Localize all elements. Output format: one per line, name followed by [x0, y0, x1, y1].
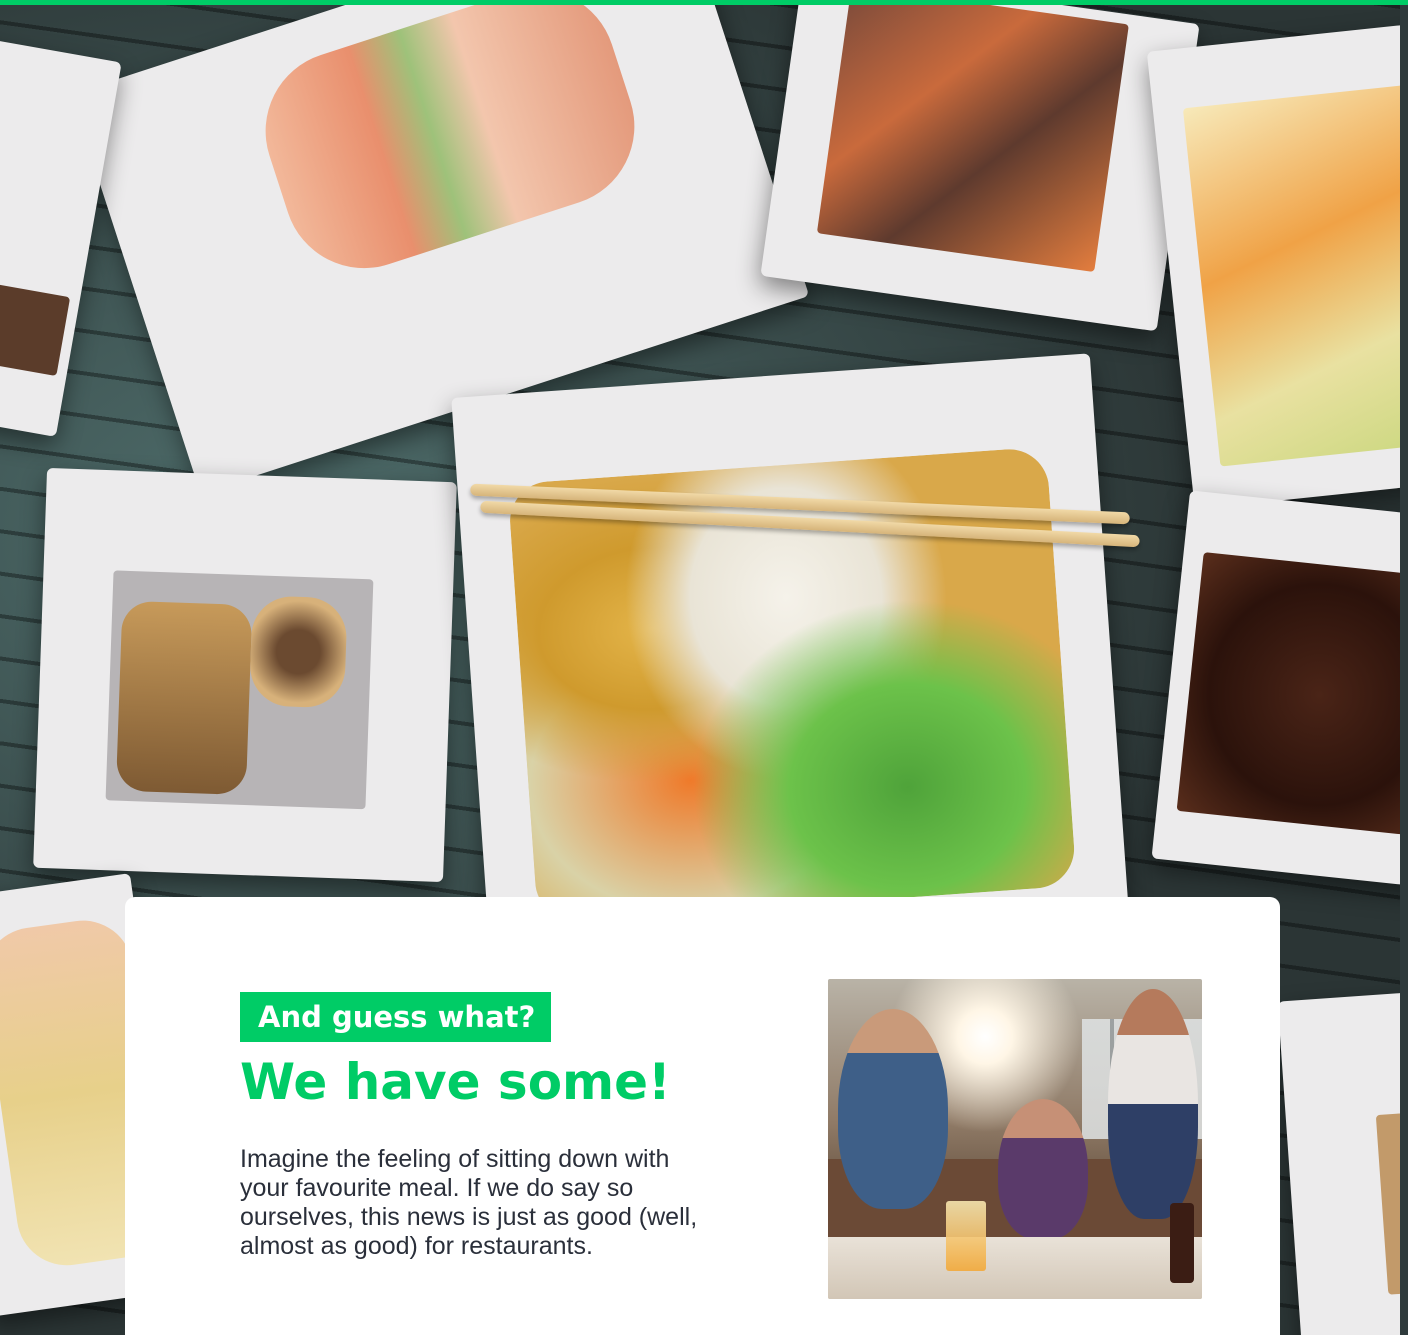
fried-roll-left	[115, 600, 253, 796]
left-edge-box	[0, 33, 122, 437]
promo-eyebrow-label: And guess what?	[240, 992, 552, 1042]
photo-person-left	[838, 1009, 948, 1209]
beef-noodle-food	[816, 5, 1129, 273]
photo-person-middle	[998, 1099, 1088, 1239]
photo-bottle	[1170, 1203, 1194, 1283]
fried-roll-right	[248, 595, 348, 709]
promo-card: And guess what? We have some! Imagine th…	[125, 897, 1280, 1335]
promo-headline: We have some!	[240, 1053, 671, 1111]
top-accent-bar	[0, 0, 1408, 5]
bottom-right-box	[1277, 989, 1400, 1335]
fried-roll-box	[33, 467, 457, 883]
left-edge-food	[0, 283, 71, 377]
beef-noodle-box	[760, 5, 1200, 332]
photo-juice-glass	[946, 1201, 986, 1271]
salad-box	[1146, 20, 1400, 510]
photo-person-right	[1108, 989, 1198, 1219]
salad-food	[1182, 82, 1400, 467]
photo-table	[828, 1237, 1202, 1299]
bottom-right-food	[1375, 1109, 1400, 1295]
friends-eating-photo	[828, 979, 1202, 1299]
promo-body-text: Imagine the feeling of sitting down with…	[240, 1145, 698, 1260]
sesame-chicken-food	[1176, 552, 1400, 838]
spring-roll-food	[244, 5, 656, 289]
noodle-salad-box	[451, 353, 1129, 957]
sesame-chicken-box	[1151, 490, 1400, 890]
